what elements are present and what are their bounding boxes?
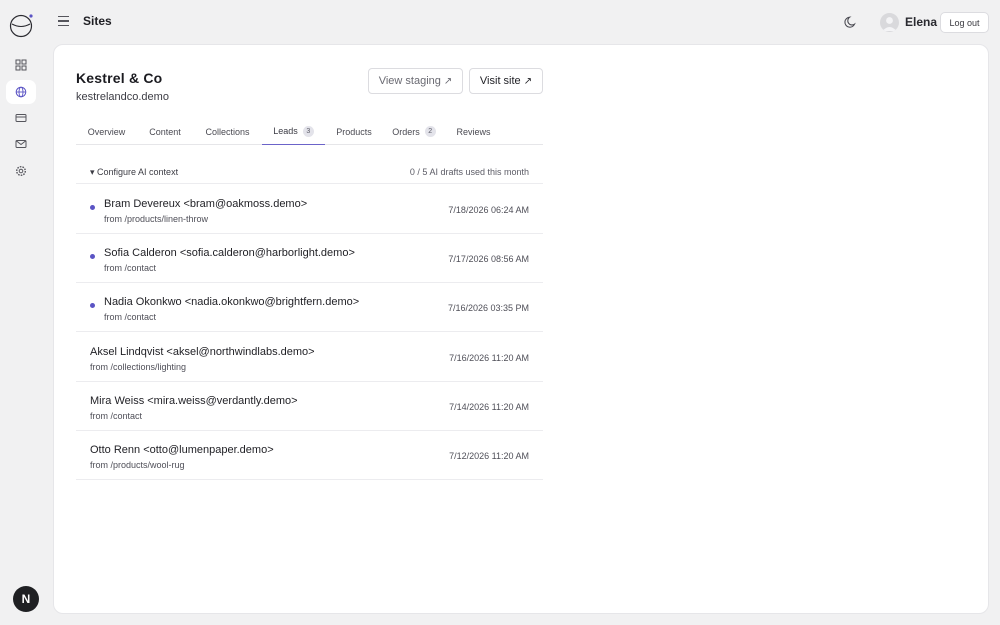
lead-contact: Nadia Okonkwo <nadia.okonkwo@brightfern.… [104, 296, 360, 308]
avatar[interactable] [880, 13, 899, 32]
tab-content[interactable]: Content [137, 118, 193, 145]
lead-source: from /products/linen-throw [104, 214, 209, 224]
site-card: Kestrel & Co kestrelandco.demo View stag… [53, 44, 989, 614]
logo-icon[interactable] [9, 13, 34, 38]
visit-site-button[interactable]: Visit site ↗ [469, 68, 543, 94]
globe-icon [15, 86, 27, 98]
ai-drafts-usage: 0 / 5 AI drafts used this month [409, 167, 529, 177]
page-title: Sites [83, 14, 112, 28]
lead-contact: Bram Devereux <bram@oakmoss.demo> [104, 198, 308, 210]
leads-count-badge: 3 [302, 125, 314, 137]
n-badge-button[interactable]: N [13, 586, 39, 612]
site-tabs: Overview Content Collections Leads 3 Pro… [76, 118, 543, 145]
lead-row[interactable]: Aksel Lindqvist <aksel@northwindlabs.dem… [76, 333, 543, 382]
rail-billing[interactable] [6, 106, 36, 130]
ai-context-row: ▾ Configure AI context 0 / 5 AI drafts u… [76, 162, 543, 184]
unread-dot [90, 303, 95, 308]
site-domain: kestrelandco.demo [76, 91, 169, 103]
lead-source: from /products/wool-rug [90, 460, 185, 470]
tab-label: Reviews [456, 126, 491, 137]
configure-ai-context-toggle[interactable]: ▾ Configure AI context [90, 167, 178, 178]
lead-timestamp: 7/18/2026 06:24 AM [448, 205, 529, 215]
lead-source: from /collections/lighting [90, 362, 187, 372]
view-staging-button[interactable]: View staging ↗ [368, 68, 463, 94]
gear-icon [15, 165, 27, 177]
lead-contact: Otto Renn <otto@lumenpaper.demo> [90, 444, 274, 456]
lead-contact: Aksel Lindqvist <aksel@northwindlabs.dem… [90, 346, 315, 358]
rail-settings[interactable] [6, 159, 36, 183]
tab-label: Overview [87, 126, 126, 137]
view-staging-label: View staging [378, 75, 441, 87]
orders-count-badge: 2 [424, 126, 436, 137]
lead-row[interactable]: Bram Devereux <bram@oakmoss.demo> from /… [76, 185, 543, 234]
unread-dot [90, 254, 95, 259]
tab-label: Content [149, 126, 181, 137]
tab-leads[interactable]: Leads 3 [262, 118, 325, 145]
lead-contact: Mira Weiss <mira.weiss@verdantly.demo> [90, 395, 298, 407]
logout-button[interactable]: Log out [940, 12, 989, 33]
tab-products[interactable]: Products [325, 118, 383, 145]
external-link-icon: ↗ [443, 75, 453, 87]
lead-source: from /contact [104, 263, 157, 273]
lead-row[interactable]: Sofia Calderon <sofia.calderon@harborlig… [76, 234, 543, 283]
top-bar: Sites Elena Log out [0, 0, 1000, 44]
rail-mail[interactable] [6, 132, 36, 156]
tab-collections[interactable]: Collections [193, 118, 262, 145]
lead-source: from /contact [90, 411, 143, 421]
lead-row[interactable]: Otto Renn <otto@lumenpaper.demo> from /p… [76, 431, 543, 480]
lead-timestamp: 7/17/2026 08:56 AM [448, 254, 529, 264]
external-link-icon: ↗ [523, 75, 533, 87]
lead-timestamp: 7/16/2026 11:20 AM [449, 353, 529, 363]
lead-timestamp: 7/12/2026 11:20 AM [449, 451, 529, 461]
lead-row[interactable]: Mira Weiss <mira.weiss@verdantly.demo> f… [76, 382, 543, 431]
lead-source: from /contact [104, 312, 157, 322]
lead-timestamp: 7/16/2026 03:35 PM [447, 303, 529, 313]
tab-label: Leads [273, 126, 298, 136]
tab-orders[interactable]: Orders 2 [383, 118, 445, 145]
visit-site-label: Visit site [479, 75, 521, 87]
tab-label: Collections [205, 126, 250, 137]
card-icon [15, 114, 27, 122]
site-name: Kestrel & Co [76, 70, 163, 86]
tab-overview[interactable]: Overview [76, 118, 137, 145]
mail-icon [15, 140, 27, 148]
username: Elena [905, 15, 938, 29]
lead-timestamp: 7/14/2026 11:20 AM [449, 402, 529, 412]
menu-icon[interactable] [56, 13, 72, 29]
user-avatar-icon [882, 17, 897, 31]
unread-dot [90, 205, 95, 210]
tab-label: Products [336, 126, 372, 137]
lead-contact: Sofia Calderon <sofia.calderon@harborlig… [104, 247, 355, 259]
rail-sites[interactable] [6, 80, 36, 104]
lead-row[interactable]: Nadia Okonkwo <nadia.okonkwo@brightfern.… [76, 283, 543, 332]
rail-dashboard[interactable] [6, 53, 36, 77]
tab-reviews[interactable]: Reviews [445, 118, 502, 145]
moon-icon[interactable] [843, 14, 859, 30]
tab-label: Orders [392, 126, 420, 137]
dashboard-icon [15, 59, 27, 71]
